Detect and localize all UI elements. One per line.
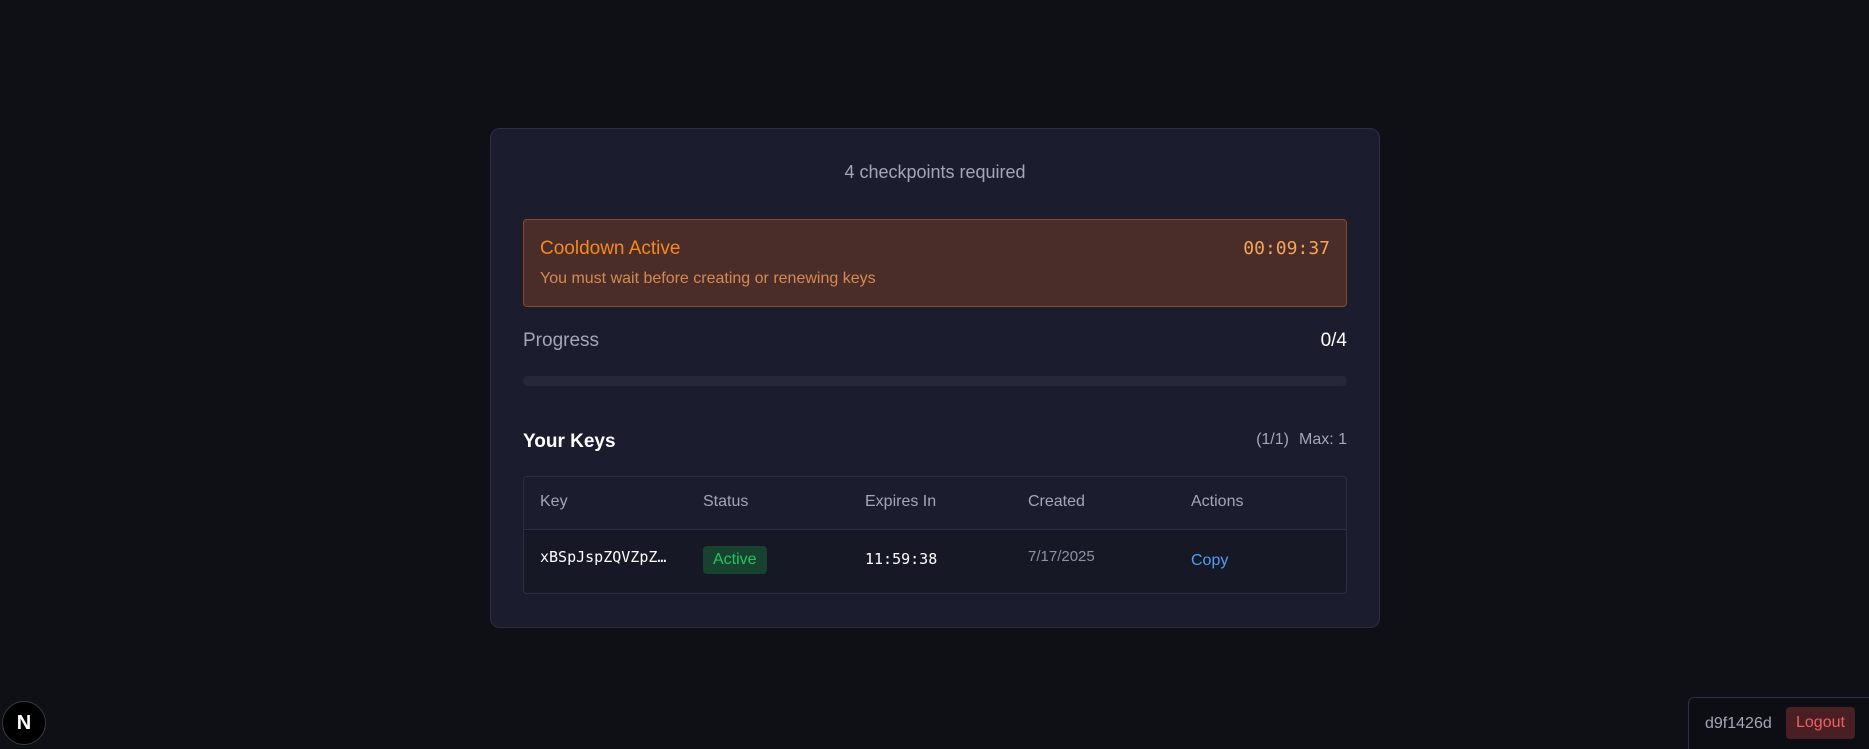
column-header-actions: Actions [1191,493,1244,510]
progress-label: Progress [523,330,600,351]
expires-in-value: 11:59:38 [865,550,938,568]
logout-button[interactable]: Logout [1786,707,1855,739]
cooldown-timer: 00:09:37 [1243,238,1330,259]
table-row: xBSpJspZQVZpZ… Active 11:59:38 7/17/2025… [524,530,1346,594]
copy-key-button[interactable]: Copy [1191,552,1228,570]
keys-meta: (1/1) Max: 1 [1256,431,1347,449]
key-value: xBSpJspZQVZpZ… [540,548,667,566]
progress-bar [523,376,1347,386]
column-header-status: Status [703,493,749,510]
cooldown-alert: Cooldown Active 00:09:37 You must wait b… [523,219,1347,307]
cooldown-title: Cooldown Active [540,238,681,259]
keys-count: (1/1) [1256,431,1289,448]
progress-value: 0/4 [1320,330,1347,351]
user-id: d9f1426d [1705,715,1772,732]
status-badge: Active [703,546,767,574]
column-header-created: Created [1028,493,1085,510]
checkpoint-card: 4 checkpoints required Cooldown Active 0… [490,128,1380,628]
keys-table: Key Status Expires In Created Actions xB… [523,476,1347,594]
column-header-key: Key [540,493,568,510]
column-header-expires-in: Expires In [865,493,937,510]
cooldown-message: You must wait before creating or renewin… [540,270,876,287]
keys-max: Max: 1 [1298,431,1347,448]
created-date: 7/17/2025 [1028,548,1095,565]
next-logo-icon[interactable]: N [2,701,46,745]
user-session-box: d9f1426d Logout [1688,697,1869,749]
keys-table-header: Key Status Expires In Created Actions [524,477,1346,530]
keys-section-title: Your Keys [523,431,616,452]
checkpoints-required-text: 4 checkpoints required [844,162,1026,182]
